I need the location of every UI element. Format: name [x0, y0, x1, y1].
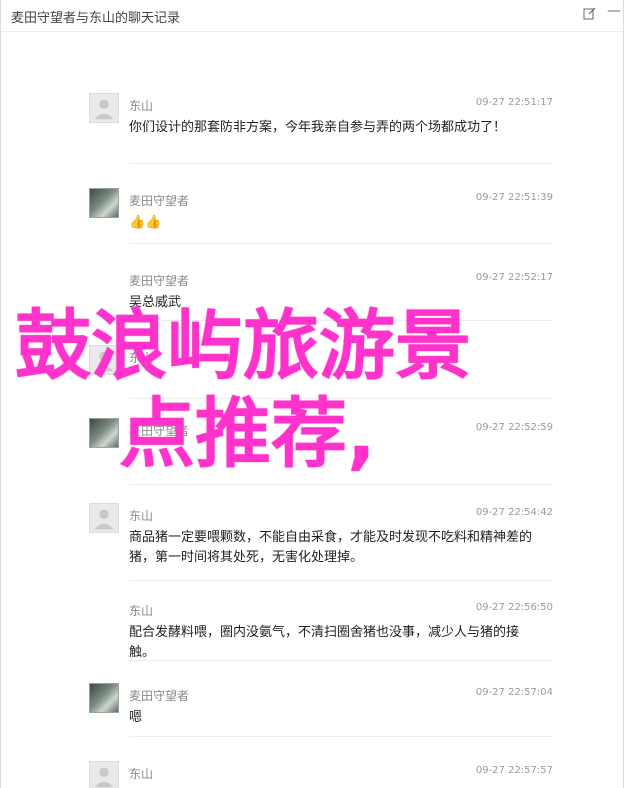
avatar — [89, 188, 119, 218]
divider — [129, 243, 553, 244]
message-time: 09-27 22:54:42 — [475, 507, 553, 518]
message-text: 👍👍 — [129, 215, 162, 230]
message-time: 09-27 22:57:04 — [475, 687, 553, 698]
avatar — [89, 93, 119, 123]
default-avatar-icon — [94, 351, 114, 372]
avatar — [89, 761, 119, 788]
sender-name: 麦田守望者 — [129, 689, 190, 703]
avatar — [89, 345, 119, 375]
divider — [129, 484, 553, 485]
avatar — [89, 683, 119, 713]
overlay-headline: 鼓浪屿旅游景 点推荐, — [15, 302, 615, 478]
message-time: 09-27 22:56:50 — [475, 602, 553, 613]
message-text: 吴总威武 — [129, 295, 182, 310]
message-time: 09-27 22:57:57 — [475, 765, 553, 776]
sender-name: 东山 — [129, 604, 154, 618]
default-avatar-icon — [94, 767, 114, 788]
sender-name: 麦田守望者 — [129, 194, 190, 208]
avatar — [89, 503, 119, 533]
message-time: 09-27 22:52:17 — [475, 272, 553, 283]
divider — [129, 580, 553, 581]
sender-name: 东山 — [129, 351, 154, 365]
message-text: 嗯 — [129, 710, 143, 725]
message-time: 09-27 22:51:39 — [475, 192, 553, 203]
divider — [129, 320, 553, 321]
message-text: 配合发酵料喂，圈内没氨气，不清扫圈舍猪也没事，减少人与猪的接触。 — [129, 625, 520, 660]
divider — [129, 736, 553, 737]
title-bar: 麦田守望者与东山的聊天记录 — — [1, 0, 623, 32]
default-avatar-icon — [94, 509, 114, 530]
chat-window: 麦田守望者与东山的聊天记录 — 东山 09-27 22:51:17 你们设计的那… — [0, 0, 624, 788]
message-time: 09-27 22:52:59 — [475, 422, 553, 433]
sender-name: 东山 — [129, 509, 154, 523]
sender-name: 东山 — [129, 767, 154, 781]
edit-icon[interactable] — [583, 6, 597, 20]
avatar — [89, 418, 119, 448]
default-avatar-icon — [94, 99, 114, 120]
message-time: 09-27 22:51:17 — [475, 97, 553, 108]
sender-name: 东山 — [129, 99, 154, 113]
divider — [129, 398, 553, 399]
divider — [129, 660, 553, 661]
minimize-icon[interactable]: — — [607, 4, 621, 18]
divider — [129, 163, 553, 164]
message-text: 商品猪一定要喂颗数，不能自由采食，才能及时发现不吃料和精神差的猪，第一时间将其处… — [129, 530, 533, 565]
window-title: 麦田守望者与东山的聊天记录 — [11, 11, 181, 26]
message-text: 你们设计的那套防非方案，今年我亲自参与弄的两个场都成功了！ — [129, 120, 507, 135]
sender-name: 麦田守望者 — [129, 424, 190, 438]
sender-name: 麦田守望者 — [129, 274, 190, 288]
